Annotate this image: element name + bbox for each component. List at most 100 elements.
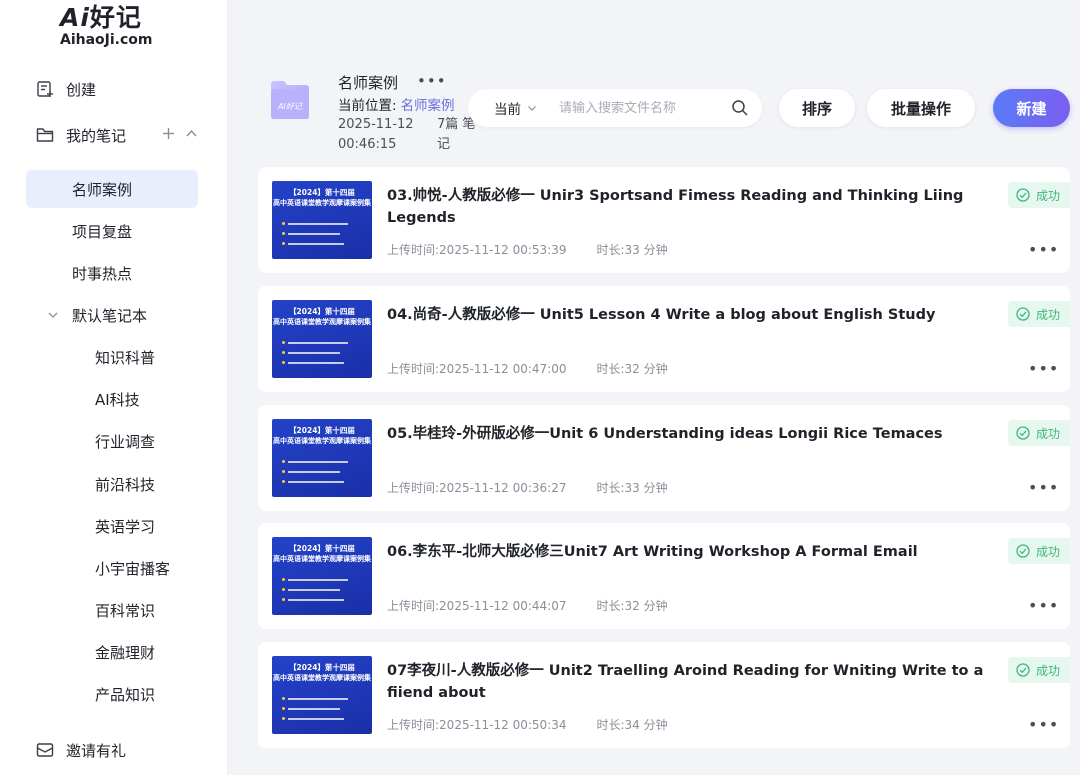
notebook-item[interactable]: 小宇宙播客 — [26, 549, 198, 587]
notebook-item-label: 金融理财 — [95, 643, 156, 662]
thumbnail-decor — [282, 587, 362, 592]
folder-item-2[interactable]: 时事热点 — [26, 254, 198, 292]
chevron-up-icon[interactable] — [185, 126, 198, 144]
more-options-icon[interactable]: ••• — [1028, 715, 1059, 734]
search-scope-label: 当前 — [494, 102, 521, 118]
note-title[interactable]: 07李夜川-人教版必修一 Unit2 Traelling Aroind Read… — [387, 660, 987, 704]
new-button[interactable]: 新建 — [993, 89, 1070, 127]
folder-icon — [35, 125, 55, 145]
check-circle-icon — [1016, 188, 1030, 202]
note-thumbnail: 【2024】第十四届高中英语课堂教学观摩课案例集 — [272, 537, 372, 615]
upload-time: 上传时间:2025-11-12 00:50:34 — [387, 718, 567, 732]
notebook-item[interactable]: 英语学习 — [26, 507, 198, 545]
note-title[interactable]: 03.帅悦-人教版必修一 Unir3 Sportsand Fimess Read… — [387, 185, 987, 229]
logo-text: 好记 — [89, 3, 142, 32]
thumbnail-decor — [282, 340, 362, 345]
notebook-item[interactable]: 金融理财 — [26, 633, 198, 671]
nav-invite[interactable]: 邀请有礼 — [0, 730, 228, 770]
more-options-icon[interactable]: ••• — [1028, 359, 1059, 378]
breadcrumb-link[interactable]: 名师案例 — [401, 98, 455, 114]
notebook-item[interactable]: 前沿科技 — [26, 465, 198, 503]
create-note-icon — [35, 79, 55, 99]
thumbnail-decor — [282, 459, 362, 464]
status-label: 成功 — [1036, 188, 1061, 203]
notebook-item[interactable]: 行业调查 — [26, 422, 198, 460]
note-card[interactable]: 【2024】第十四届 高中英语课堂教学观摩课案例集 05.毕桂玲-外研版必修一Uni… — [258, 405, 1070, 511]
duration: 时长:33 分钟 — [596, 481, 668, 495]
note-card[interactable]: 【2024】第十四届高中英语课堂教学观摩课案例集 06.李东平-北师大版必修三Un… — [258, 523, 1070, 629]
note-meta: 上传时间:2025-11-12 00:44:07 时长:32 分钟 — [387, 597, 668, 614]
note-thumbnail: 【2024】第十四届 高中英语课堂教学观摩课案例集 — [272, 419, 372, 497]
thumbnail-line-2: 高中英语课堂教学观摩课案例集 — [273, 555, 371, 563]
nav-create[interactable]: 创建 — [0, 69, 228, 109]
notebook-item-label: 产品知识 — [95, 685, 156, 704]
folder-date: 2025-11-12 00:46:15 — [338, 117, 414, 152]
sort-button[interactable]: 排序 — [779, 89, 855, 127]
svg-text:AI好记: AI好记 — [277, 102, 303, 111]
status-label: 成功 — [1036, 663, 1061, 678]
note-meta: 上传时间:2025-11-12 00:53:39 时长:33 分钟 — [387, 241, 668, 258]
gift-mail-icon — [35, 740, 55, 760]
page-title: 名师案例 — [338, 74, 399, 92]
notebook-item-label: 百科常识 — [95, 601, 156, 620]
default-notebook[interactable]: 默认笔记本 — [26, 296, 198, 334]
thumbnail-line-2: 高中英语课堂教学观摩课案例集 — [273, 318, 371, 326]
status-badge: 成功 — [1008, 301, 1070, 327]
folder-item-1[interactable]: 项目复盘 — [26, 212, 198, 250]
note-title[interactable]: 06.李东平-北师大版必修三Unit7 Art Writing Workshop… — [387, 541, 987, 563]
duration: 时长:34 分钟 — [596, 718, 668, 732]
status-badge: 成功 — [1008, 538, 1070, 564]
folder-item-label: 项目复盘 — [72, 222, 133, 241]
search-icon[interactable] — [731, 99, 749, 117]
duration: 时长:33 分钟 — [596, 243, 668, 257]
notebook-item[interactable]: AI科技 — [26, 380, 198, 418]
notebook-item[interactable]: 产品知识 — [26, 675, 198, 713]
note-thumbnail: 【2024】第十四届高中英语课堂教学观摩课案例集 — [272, 300, 372, 378]
note-card[interactable]: 【2024】第十四届 高中英语课堂教学观摩课案例集 07李夜川-人教版必修一 Uni… — [258, 642, 1070, 748]
nav-my-notes-label: 我的笔记 — [66, 126, 127, 145]
search-scope-select[interactable]: 当前 — [494, 98, 537, 118]
thumbnail-decor — [282, 696, 362, 701]
thumbnail-line-1: 【2024】第十四届 — [289, 188, 355, 197]
status-badge: 成功 — [1008, 420, 1070, 446]
thumbnail-decor — [282, 221, 362, 226]
upload-time: 上传时间:2025-11-12 00:44:07 — [387, 599, 567, 613]
note-card[interactable]: 【2024】第十四届 高中英语课堂教学观摩课案例集 03.帅悦-人教版必修一 Uni… — [258, 167, 1070, 273]
status-label: 成功 — [1036, 544, 1061, 559]
notebook-item-label: 知识科普 — [95, 348, 156, 367]
notebook-item-label: 小宇宙播客 — [95, 559, 171, 578]
note-title[interactable]: 05.毕桂玲-外研版必修一Unit 6 Understanding ideas … — [387, 423, 987, 445]
note-title[interactable]: 04.尚奇-人教版必修一 Unit5 Lesson 4 Write a blog… — [387, 304, 987, 326]
thumbnail-decor — [282, 469, 362, 474]
notebook-item[interactable]: 百科常识 — [26, 591, 198, 629]
check-circle-icon — [1016, 426, 1030, 440]
chevron-down-icon — [528, 106, 536, 111]
note-meta: 上传时间:2025-11-12 00:36:27 时长:33 分钟 — [387, 479, 668, 496]
note-meta: 上传时间:2025-11-12 00:47:00 时长:32 分钟 — [387, 360, 668, 377]
search-input[interactable] — [559, 100, 719, 116]
folder-item-label: 时事热点 — [72, 264, 133, 283]
breadcrumb: 当前位置: 名师案例 — [338, 94, 455, 114]
thumbnail-decor — [282, 479, 362, 484]
notebook-item[interactable]: 知识科普 — [26, 338, 198, 376]
more-options-icon[interactable]: ••• — [1028, 596, 1059, 615]
thumbnail-decor — [282, 577, 362, 582]
notebook-item-label: 前沿科技 — [95, 475, 156, 494]
more-options-icon[interactable]: ••• — [1028, 240, 1059, 259]
brand-logo[interactable]: Ai好记 AihaoJi.com — [60, 4, 170, 48]
batch-operation-button[interactable]: 批量操作 — [867, 89, 975, 127]
notebook-item-label: 行业调查 — [95, 432, 156, 451]
add-folder-icon[interactable] — [162, 126, 175, 144]
nav-create-label: 创建 — [66, 80, 97, 99]
note-card[interactable]: 【2024】第十四届高中英语课堂教学观摩课案例集 04.尚奇-人教版必修一 Uni… — [258, 286, 1070, 392]
upload-time: 上传时间:2025-11-12 00:36:27 — [387, 481, 567, 495]
more-options-icon[interactable]: ••• — [1028, 478, 1059, 497]
thumbnail-line-1: 【2024】第十四届 — [289, 307, 355, 316]
thumbnail-line-1: 【2024】第十四届 — [289, 663, 355, 672]
nav-my-notes[interactable]: 我的笔记 — [0, 115, 228, 155]
folder-item-0[interactable]: 名师案例 — [26, 170, 198, 208]
status-label: 成功 — [1036, 426, 1061, 441]
more-options-icon[interactable]: ••• — [417, 72, 447, 90]
status-badge: 成功 — [1008, 657, 1070, 683]
thumbnail-line-1: 【2024】第十四届 — [289, 544, 355, 553]
